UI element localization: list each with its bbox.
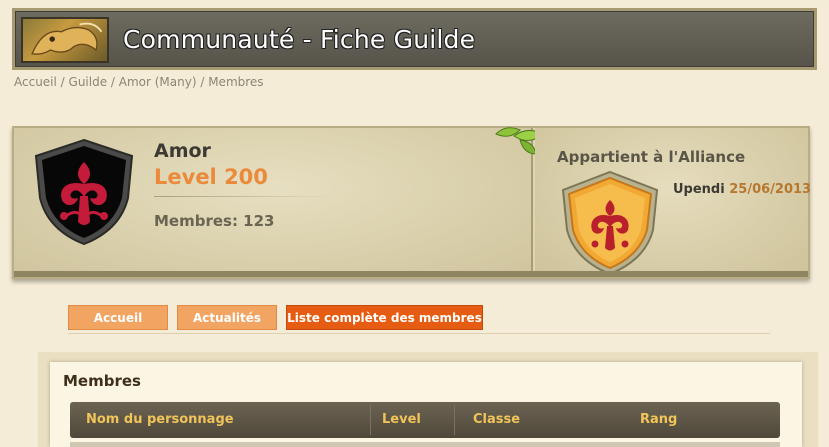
alliance-section: Appartient à l'Alliance Upendi 25/06/201… — [535, 128, 811, 278]
dragon-banner-icon — [21, 17, 109, 63]
table-row — [70, 442, 780, 447]
guild-level: Level 200 — [154, 165, 268, 189]
alliance-info: Upendi 25/06/2013 — [673, 182, 811, 197]
tab-actualites[interactable]: Actualités — [177, 305, 277, 330]
alliance-emblem-icon[interactable] — [555, 168, 665, 278]
guild-info-section: Amor Level 200 Membres: 123 — [14, 128, 533, 277]
column-separator — [454, 405, 455, 435]
tab-liste-membres[interactable]: Liste complète des membres — [286, 305, 483, 330]
tabs-divider — [68, 333, 770, 334]
page-title: Communauté - Fiche Guilde — [123, 25, 476, 54]
panel-bottom-border — [14, 271, 808, 277]
alliance-name[interactable]: Upendi — [673, 182, 725, 197]
column-header-class[interactable]: Classe — [473, 412, 520, 427]
breadcrumb[interactable]: Accueil / Guilde / Amor (Many) / Membres — [14, 75, 264, 89]
members-table-header: Nom du personnage Level Classe Rang — [70, 402, 780, 438]
column-separator — [370, 405, 371, 435]
members-card: Membres Nom du personnage Level Classe R… — [50, 362, 802, 447]
alliance-title: Appartient à l'Alliance — [557, 148, 746, 166]
guild-members-count: Membres: 123 — [154, 212, 275, 230]
guild-panel: Amor Level 200 Membres: 123 Appartient à… — [12, 126, 811, 279]
guild-divider — [154, 196, 334, 197]
column-header-level[interactable]: Level — [382, 412, 421, 427]
column-header-name[interactable]: Nom du personnage — [86, 412, 234, 427]
tab-accueil[interactable]: Accueil — [68, 305, 168, 330]
alliance-date: 25/06/2013 — [729, 182, 812, 197]
column-header-rank[interactable]: Rang — [640, 412, 677, 427]
members-title: Membres — [63, 372, 141, 390]
guild-name: Amor — [154, 140, 211, 162]
guild-emblem-icon — [34, 138, 134, 246]
page-header: Communauté - Fiche Guilde — [12, 8, 817, 70]
